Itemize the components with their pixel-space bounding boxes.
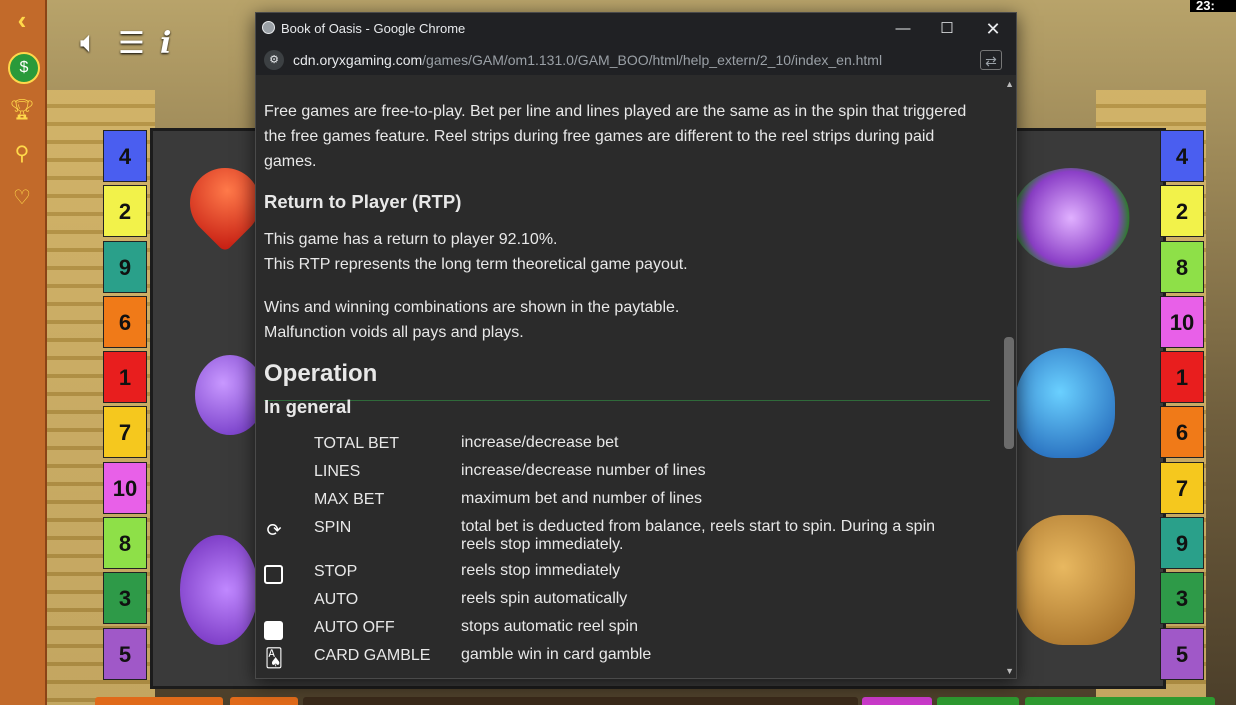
line-number-left: 5: [103, 627, 147, 680]
spade-symbol: [1015, 348, 1115, 458]
info-icon[interactable]: i: [160, 26, 171, 61]
operation-description: increase/decrease bet: [461, 434, 619, 451]
operation-name: LINES: [314, 463, 361, 480]
line-number-left: 1: [103, 351, 147, 404]
auto-off-icon: [264, 621, 283, 640]
operation-description: total bet is deducted from balance, reel…: [461, 518, 936, 553]
operation-description: reels stop immediately: [461, 562, 621, 579]
line-number-right: 8: [1160, 240, 1204, 293]
in-general-heading: In general: [264, 396, 352, 417]
spin-icon: ⟳: [266, 520, 282, 540]
operation-heading: Operation: [264, 360, 378, 387]
minimize-button[interactable]: —: [888, 17, 918, 41]
bottom-controls-strip: [95, 697, 1215, 705]
clock: 23:: [1190, 0, 1236, 12]
operation-row: ⟳ SPIN total bet is deducted from balance,…: [264, 515, 989, 553]
bottom-button[interactable]: [862, 697, 932, 705]
operation-row: TOTAL BET increase/decrease bet: [264, 431, 989, 459]
scroll-up-arrow-icon[interactable]: ▲: [1005, 79, 1014, 89]
operation-name: TOTAL BET: [314, 435, 400, 452]
heading-rule: [264, 400, 990, 401]
coins-icon[interactable]: $: [8, 52, 40, 84]
free-games-paragraph: Free games are free-to-play. Bet per lin…: [264, 103, 967, 170]
line-number-left: 7: [103, 406, 147, 459]
chrome-popup-window: Book of Oasis - Google Chrome — ☐ ✕ ⚙ cd…: [255, 12, 1017, 679]
line-number-right: 9: [1160, 517, 1204, 570]
wins-line-2: Malfunction voids all pays and plays.: [264, 324, 524, 341]
scrollbar[interactable]: ▲ ▼: [1002, 75, 1016, 678]
scroll-thumb[interactable]: [1004, 337, 1014, 449]
line-number-right: 7: [1160, 461, 1204, 514]
heart-icon[interactable]: ♡: [8, 184, 36, 212]
trophy-icon[interactable]: 🏆︎: [8, 96, 36, 124]
line-number-left: 10: [103, 461, 147, 514]
title-bar[interactable]: Book of Oasis - Google Chrome — ☐ ✕: [256, 13, 1016, 45]
site-info-icon[interactable]: ⚙: [264, 50, 284, 70]
operation-row: LINES increase/decrease number of lines: [264, 459, 989, 487]
url-host: cdn.oryxgaming.com: [293, 52, 423, 68]
operation-name: STOP: [314, 563, 358, 580]
lotus-symbol: [180, 535, 258, 645]
wins-line-1: Wins and winning combinations are shown …: [264, 299, 680, 316]
window-title: Book of Oasis - Google Chrome: [281, 21, 466, 36]
rtp-line-1: This game has a return to player 92.10%.: [264, 231, 558, 248]
translate-icon[interactable]: ⇄: [980, 50, 1002, 70]
line-number-left: 6: [103, 295, 147, 348]
rtp-heading: Return to Player (RTP): [264, 191, 462, 212]
right-line-numbers: 4 2 8 10 1 6 7 9 3 5: [1160, 130, 1204, 683]
line-number-right: 10: [1160, 295, 1204, 348]
operation-row: 🂡 CARD GAMBLE gamble win in card gamble: [264, 643, 989, 671]
operation-description: increase/decrease number of lines: [461, 462, 706, 479]
card-gamble-icon: 🂡: [264, 648, 284, 668]
chrome-logo-icon: [262, 21, 275, 34]
operation-description: gamble win in card gamble: [461, 646, 652, 663]
spin-button[interactable]: [1025, 697, 1215, 705]
operation-row: AUTO OFF stops automatic reel spin: [264, 615, 989, 643]
line-number-left: 9: [103, 240, 147, 293]
search-icon[interactable]: ⚲: [8, 140, 36, 168]
operation-name: AUTO OFF: [314, 619, 395, 636]
line-number-right: 4: [1160, 130, 1204, 182]
side-rail: ‹ $ 🏆︎ ⚲ ♡: [0, 0, 47, 705]
operation-name: MAX BET: [314, 491, 385, 508]
operation-row: MAX BET maximum bet and number of lines: [264, 487, 989, 515]
line-number-left: 8: [103, 517, 147, 570]
line-number-left: 2: [103, 185, 147, 238]
message-bar: [303, 697, 858, 705]
address-bar[interactable]: ⚙ cdn.oryxgaming.com/games/GAM/om1.131.0…: [256, 45, 1016, 75]
help-content[interactable]: Free games are free-to-play. Bet per lin…: [256, 75, 1016, 678]
left-line-numbers: 4 2 9 6 1 7 10 8 3 5: [103, 130, 147, 683]
operation-description: stops automatic reel spin: [461, 618, 638, 635]
close-button[interactable]: ✕: [978, 17, 1008, 41]
maximize-button[interactable]: ☐: [932, 17, 962, 41]
line-number-left: 4: [103, 130, 147, 182]
bottom-button[interactable]: [230, 697, 298, 705]
vase-symbol: [1015, 515, 1135, 645]
bottom-button[interactable]: [937, 697, 1019, 705]
lotus-symbol: [1012, 168, 1130, 268]
sound-icon[interactable]: 🔈︎: [80, 26, 98, 60]
scroll-down-arrow-icon[interactable]: ▼: [1005, 666, 1014, 676]
operation-description: reels spin automatically: [461, 590, 628, 607]
operation-row: STOP reels stop immediately: [264, 559, 989, 587]
bottom-button[interactable]: [95, 697, 223, 705]
operation-name: CARD GAMBLE: [314, 647, 431, 664]
operation-description: maximum bet and number of lines: [461, 490, 702, 507]
operation-name: AUTO: [314, 591, 359, 608]
line-number-right: 2: [1160, 185, 1204, 238]
stop-icon: [264, 565, 283, 584]
menu-icon[interactable]: ☰: [118, 26, 145, 61]
line-number-right: 6: [1160, 406, 1204, 459]
operation-name: SPIN: [314, 519, 352, 536]
url-path: /games/GAM/om1.131.0/GAM_BOO/html/help_e…: [422, 52, 883, 68]
operation-row: AUTO reels spin automatically: [264, 587, 989, 615]
url-text[interactable]: cdn.oryxgaming.com/games/GAM/om1.131.0/G…: [293, 52, 882, 68]
line-number-right: 5: [1160, 627, 1204, 680]
back-chevron-icon[interactable]: ‹: [8, 6, 36, 34]
line-number-left: 3: [103, 572, 147, 625]
rtp-line-2: This RTP represents the long term theore…: [264, 256, 688, 273]
line-number-right: 1: [1160, 351, 1204, 404]
line-number-right: 3: [1160, 572, 1204, 625]
